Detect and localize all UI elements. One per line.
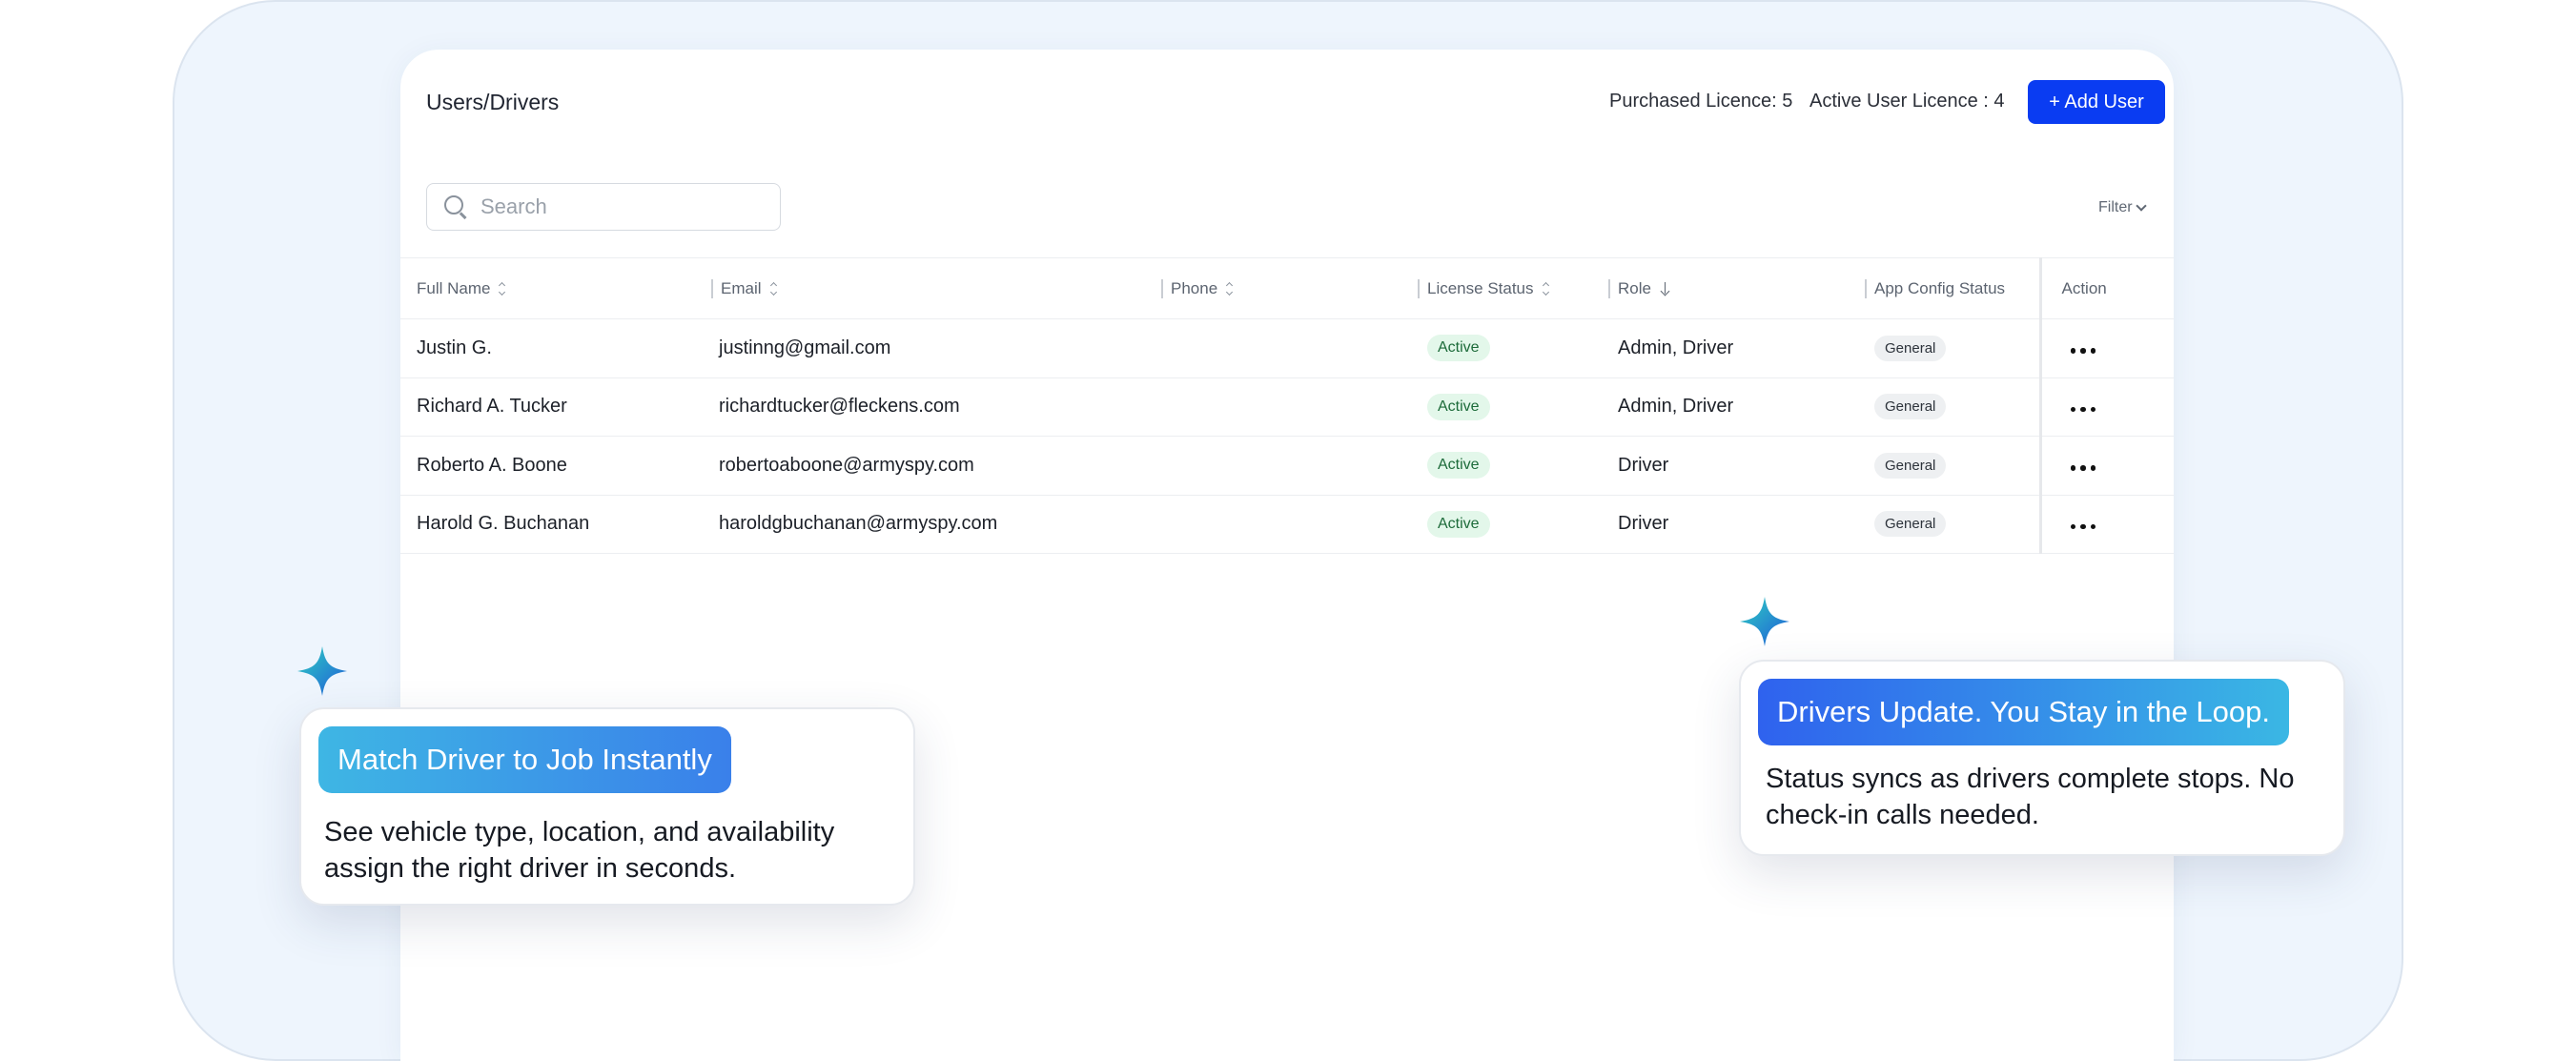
- cell-role: Driver: [1608, 436, 1865, 496]
- column-header-action: Action: [2038, 257, 2174, 319]
- callout-body: See vehicle type, location, and availabi…: [324, 817, 835, 884]
- license-status-badge: Active: [1427, 452, 1490, 479]
- app-config-status-badge: General: [1874, 335, 1947, 361]
- column-header-role[interactable]: Role: [1608, 257, 1865, 319]
- callout-match-driver: Match Driver to Job Instantly See vehicl…: [299, 707, 915, 906]
- callout-title: Drivers Update. You Stay in the Loop.: [1758, 679, 2289, 745]
- callout-drivers-update: Drivers Update. You Stay in the Loop. St…: [1739, 660, 2345, 856]
- column-divider: [711, 279, 713, 298]
- search-input[interactable]: [480, 194, 767, 219]
- column-header-license-status[interactable]: License Status: [1418, 257, 1608, 319]
- cell-role: Admin, Driver: [1608, 318, 1865, 378]
- sort-icon: [499, 281, 506, 296]
- column-header-email[interactable]: Email: [711, 257, 1161, 319]
- cell-full-name: Roberto A. Boone: [400, 436, 711, 496]
- callout-body: Status syncs as drivers complete stops. …: [1766, 764, 2295, 830]
- app-config-status-badge: General: [1874, 452, 1947, 479]
- more-horizontal-icon[interactable]: [2070, 348, 2096, 354]
- cell-email: robertoaboone@armyspy.com: [711, 436, 1161, 496]
- cell-role: Driver: [1608, 495, 1865, 554]
- cell-phone: [1161, 436, 1418, 496]
- license-status-badge: Active: [1427, 393, 1490, 420]
- search-icon: [442, 194, 469, 220]
- table-row[interactable]: Richard A. Tucker richardtucker@fleckens…: [400, 377, 2174, 437]
- table-row[interactable]: Roberto A. Boone robertoaboone@armyspy.c…: [400, 436, 2174, 496]
- column-divider: [1418, 279, 1420, 298]
- callout-title: Match Driver to Job Instantly: [318, 726, 731, 793]
- cell-role: Admin, Driver: [1608, 377, 1865, 437]
- cell-email: haroldgbuchanan@armyspy.com: [711, 495, 1161, 554]
- table-header-row: Full Name Email Phone License Status Rol…: [400, 257, 2174, 319]
- search-box[interactable]: [426, 183, 781, 231]
- column-header-phone[interactable]: Phone: [1161, 257, 1418, 319]
- column-divider: [1865, 279, 1867, 298]
- more-horizontal-icon[interactable]: [2070, 523, 2096, 530]
- table-row[interactable]: Harold G. Buchanan haroldgbuchanan@armys…: [400, 495, 2174, 554]
- sparkle-icon: [297, 646, 347, 696]
- app-config-status-badge: General: [1874, 394, 1947, 420]
- users-table: Full Name Email Phone License Status Rol…: [400, 257, 2174, 554]
- column-divider: [1161, 279, 1163, 298]
- active-user-licence-count: Active User Licence : 4: [1809, 91, 2005, 112]
- purchased-licence-count: Purchased Licence: 5: [1609, 91, 1793, 112]
- chevron-down-icon: [2135, 200, 2147, 212]
- filter-dropdown[interactable]: Filter: [2098, 199, 2147, 216]
- cell-phone: [1161, 377, 1418, 437]
- sort-icon: [1226, 281, 1234, 296]
- table-row[interactable]: Justin G. justinng@gmail.com Active Admi…: [400, 318, 2174, 378]
- more-horizontal-icon[interactable]: [2070, 465, 2096, 471]
- sort-descending-icon: [1661, 281, 1670, 296]
- column-header-app-config-status: App Config Status: [1865, 257, 2040, 319]
- column-divider: [1608, 279, 1610, 298]
- cell-email: justinng@gmail.com: [711, 318, 1161, 378]
- cell-full-name: Richard A. Tucker: [400, 377, 711, 437]
- cell-email: richardtucker@fleckens.com: [711, 377, 1161, 437]
- sort-icon: [1542, 281, 1549, 296]
- cell-full-name: Harold G. Buchanan: [400, 495, 711, 554]
- sparkle-icon: [1740, 597, 1789, 646]
- users-drivers-panel: Users/Drivers Purchased Licence: 5 Activ…: [400, 50, 2174, 1061]
- license-status-badge: Active: [1427, 510, 1490, 538]
- page-title: Users/Drivers: [426, 90, 560, 114]
- add-user-button[interactable]: + Add User: [2028, 80, 2165, 124]
- cell-phone: [1161, 318, 1418, 378]
- sort-icon: [769, 281, 777, 296]
- cell-phone: [1161, 495, 1418, 554]
- more-horizontal-icon[interactable]: [2070, 406, 2096, 413]
- cell-full-name: Justin G.: [400, 318, 711, 378]
- filter-label: Filter: [2098, 199, 2133, 215]
- license-status-badge: Active: [1427, 335, 1490, 362]
- app-config-status-badge: General: [1874, 511, 1947, 538]
- column-header-full-name[interactable]: Full Name: [400, 257, 711, 319]
